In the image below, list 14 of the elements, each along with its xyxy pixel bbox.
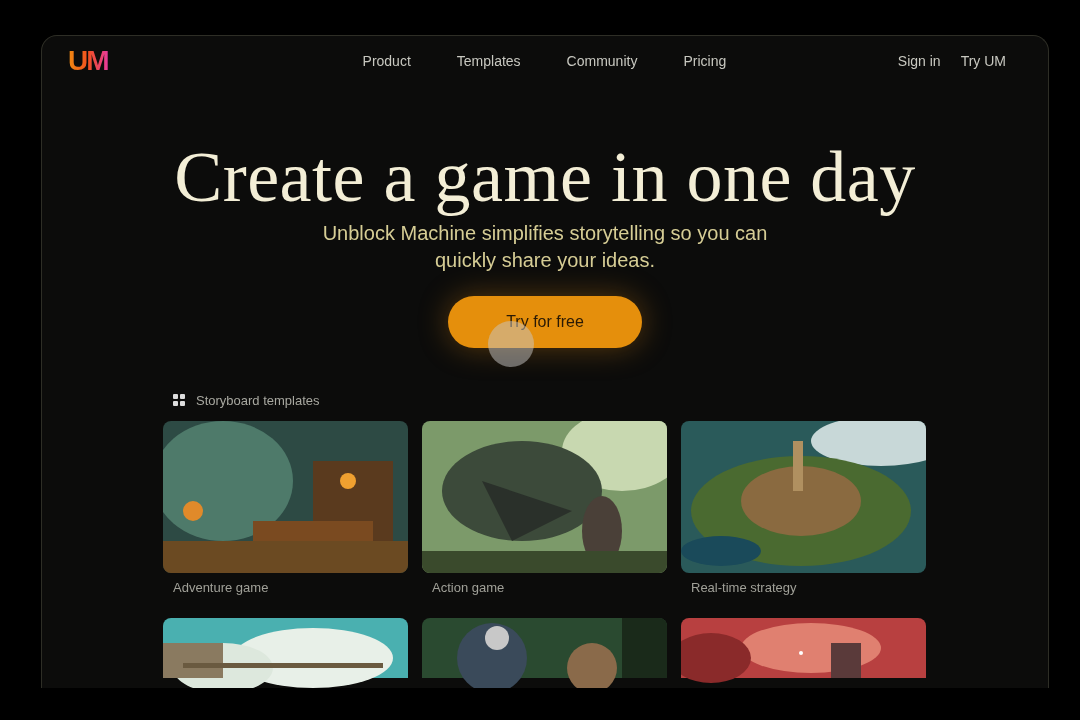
grid-icon xyxy=(173,394,185,406)
nav-link[interactable]: Try UM xyxy=(960,53,1006,69)
nav-link[interactable]: Templates xyxy=(456,53,521,69)
section-title: Storyboard templates xyxy=(196,392,320,408)
card-title[interactable]: Real-time strategy xyxy=(681,573,926,595)
nav-link[interactable]: Sign in xyxy=(897,53,941,69)
hero-title: Create a game in one day xyxy=(174,136,916,219)
card-title[interactable]: Action game xyxy=(422,573,667,595)
hero-subtitle: Unblock Machine simplifies storytelling so you can quickly share your ideas. xyxy=(321,221,769,273)
try-button[interactable]: Try for free xyxy=(448,296,642,348)
nav-link[interactable]: Product xyxy=(362,53,411,69)
card-title[interactable]: Adventure game xyxy=(163,573,408,595)
nav-link[interactable]: Pricing xyxy=(683,53,727,69)
nav-link[interactable]: Community xyxy=(566,53,638,69)
